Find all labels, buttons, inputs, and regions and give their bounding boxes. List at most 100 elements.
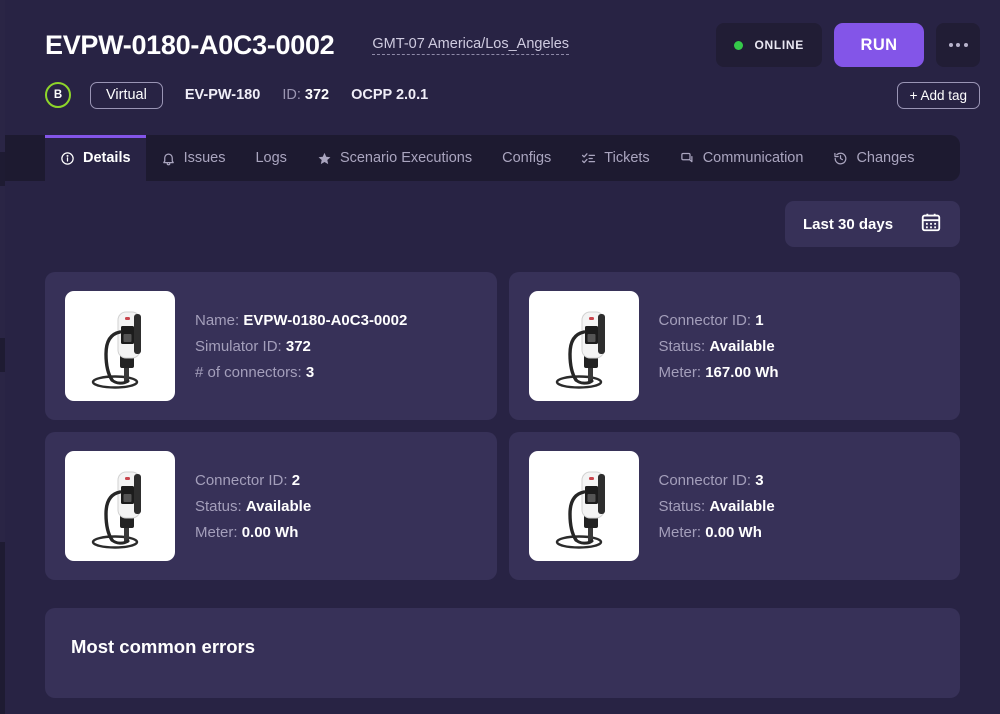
status-badge-label: ONLINE [754, 38, 804, 52]
charger-thumbnail [528, 451, 639, 561]
tab-bar: Details Issues Logs Scenario Executions Conf… [5, 135, 960, 181]
info-card: Connector ID: 1 Status: Available Meter: 1… [508, 272, 960, 420]
device-model-label: EV-PW-180 [184, 87, 261, 103]
left-rail-segment-mid [0, 186, 5, 338]
card-line-label: Status: [658, 497, 706, 515]
device-id-value: 372 [304, 87, 330, 103]
card-line: Meter: 0.00 Wh [195, 524, 311, 541]
tab-label: Logs [255, 150, 287, 166]
bell-icon [161, 151, 176, 166]
tab-issues[interactable]: Issues [146, 135, 241, 181]
status-badge: ONLINE [716, 23, 822, 67]
run-button[interactable]: RUN [834, 23, 924, 67]
tab-label: Scenario Executions [339, 150, 473, 166]
add-tag-button[interactable]: + Add tag [896, 81, 980, 109]
card-line-value: 2 [291, 471, 301, 489]
card-line-value: 0.00 Wh [705, 523, 762, 541]
tab-logs[interactable]: Logs [240, 135, 301, 181]
timezone-selector[interactable]: GMT-07 America/Los_Angeles [372, 36, 570, 55]
card-line: Connector ID: 2 [195, 472, 311, 489]
card-line: Status: Available [195, 498, 311, 515]
main-content: Last 30 days Name: EVPW-0180-A0C3-0002 S… [5, 181, 1000, 698]
card-line: Meter: 167.00 Wh [659, 364, 779, 381]
ev-charger-photo [531, 454, 636, 558]
card-line: Status: Available [659, 498, 775, 515]
tab-details[interactable]: Details [45, 135, 146, 181]
card-line-value: 3 [755, 471, 764, 489]
most-common-errors-title: Most common errors [71, 636, 256, 657]
charger-thumbnail [65, 451, 175, 561]
ellipsis-icon-dot-3 [963, 43, 968, 47]
card-line-label: Status: [658, 337, 706, 355]
card-text-block: Name: EVPW-0180-A0C3-0002 Simulator ID: 3… [195, 312, 407, 381]
info-card-grid: Name: EVPW-0180-A0C3-0002 Simulator ID: 3… [45, 272, 960, 580]
tab-communication[interactable]: Communication [665, 135, 819, 181]
card-line-value: 167.00 Wh [705, 363, 779, 381]
ev-charger-photo [68, 454, 172, 558]
ellipsis-icon-dot-1 [948, 43, 953, 47]
left-rail-segment-top [0, 0, 5, 152]
info-circle-icon [60, 151, 75, 166]
card-line: Meter: 0.00 Wh [659, 524, 775, 541]
tab-changes[interactable]: Changes [818, 135, 929, 181]
tab-label: Details [83, 150, 131, 166]
tab-tickets[interactable]: Tickets [566, 135, 664, 181]
left-rail [0, 0, 5, 714]
page-title: EVPW-0180-A0C3-0002 [45, 29, 335, 60]
card-line-value: 1 [755, 311, 764, 329]
card-line: # of connectors: 3 [195, 364, 407, 381]
tab-label: Changes [856, 150, 915, 166]
device-meta-row: B Virtual EV-PW-180 ID: 372 OCPP 2.0.1 +… [5, 72, 1000, 118]
left-rail-segment-bottom [0, 372, 5, 542]
card-line: Connector ID: 3 [659, 472, 775, 489]
info-card: Name: EVPW-0180-A0C3-0002 Simulator ID: 3… [45, 272, 497, 420]
card-line-label: Meter: [658, 363, 702, 381]
ocpp-version-label: OCPP 2.0.1 [351, 87, 429, 103]
card-line: Status: Available [659, 338, 779, 355]
page-header: EVPW-0180-A0C3-0002 GMT-07 America/Los_A… [5, 0, 1000, 72]
card-line-label: Name: [195, 311, 240, 329]
card-line-label: Status: [195, 497, 242, 515]
charger-thumbnail [65, 291, 175, 401]
history-clock-icon [833, 151, 848, 166]
ev-charger-photo [531, 294, 636, 398]
device-id-key: ID: [282, 87, 301, 103]
card-line-label: Connector ID: [658, 311, 752, 329]
card-line-value: 3 [305, 363, 315, 381]
tab-configs[interactable]: Configs [487, 135, 566, 181]
card-line-value: Available [709, 497, 775, 515]
virtual-pill[interactable]: Virtual [90, 81, 163, 109]
most-common-errors-card: Most common errors [45, 608, 960, 698]
card-line: Name: EVPW-0180-A0C3-0002 [195, 312, 407, 329]
card-line: Connector ID: 1 [659, 312, 779, 329]
checklist-icon [581, 151, 596, 166]
date-range-row: Last 30 days [45, 181, 960, 247]
charger-thumbnail [528, 291, 639, 401]
card-line-label: Connector ID: [195, 471, 288, 489]
card-line-label: Meter: [195, 523, 238, 541]
info-card: Connector ID: 3 Status: Available Meter: 0… [508, 432, 960, 580]
card-line: Simulator ID: 372 [195, 338, 407, 355]
card-text-block: Connector ID: 1 Status: Available Meter: 1… [659, 312, 779, 381]
ellipsis-icon-dot-2 [956, 43, 960, 47]
date-range-label: Last 30 days [803, 215, 894, 233]
card-line-value: EVPW-0180-A0C3-0002 [243, 311, 408, 329]
more-options-button[interactable] [936, 23, 980, 67]
page-root: EVPW-0180-A0C3-0002 GMT-07 America/Los_A… [5, 0, 1000, 714]
letter-badge: B [45, 82, 71, 108]
device-id-label: ID: 372 [282, 87, 329, 103]
card-line-value: Available [709, 337, 775, 355]
card-line-label: Simulator ID: [195, 337, 282, 355]
card-text-block: Connector ID: 3 Status: Available Meter: 0… [659, 472, 775, 541]
date-range-picker[interactable]: Last 30 days [785, 201, 960, 247]
ev-charger-photo [68, 294, 172, 398]
tab-scenario-executions[interactable]: Scenario Executions [302, 135, 487, 181]
card-line-label: Connector ID: [658, 471, 752, 489]
card-line-value: 372 [285, 337, 311, 355]
card-line-value: 0.00 Wh [241, 523, 299, 541]
card-line-label: # of connectors: [195, 363, 302, 381]
info-card: Connector ID: 2 Status: Available Meter: 0… [45, 432, 497, 580]
card-text-block: Connector ID: 2 Status: Available Meter: 0… [195, 472, 311, 541]
tab-label: Tickets [604, 150, 650, 166]
tab-label: Configs [502, 150, 552, 166]
